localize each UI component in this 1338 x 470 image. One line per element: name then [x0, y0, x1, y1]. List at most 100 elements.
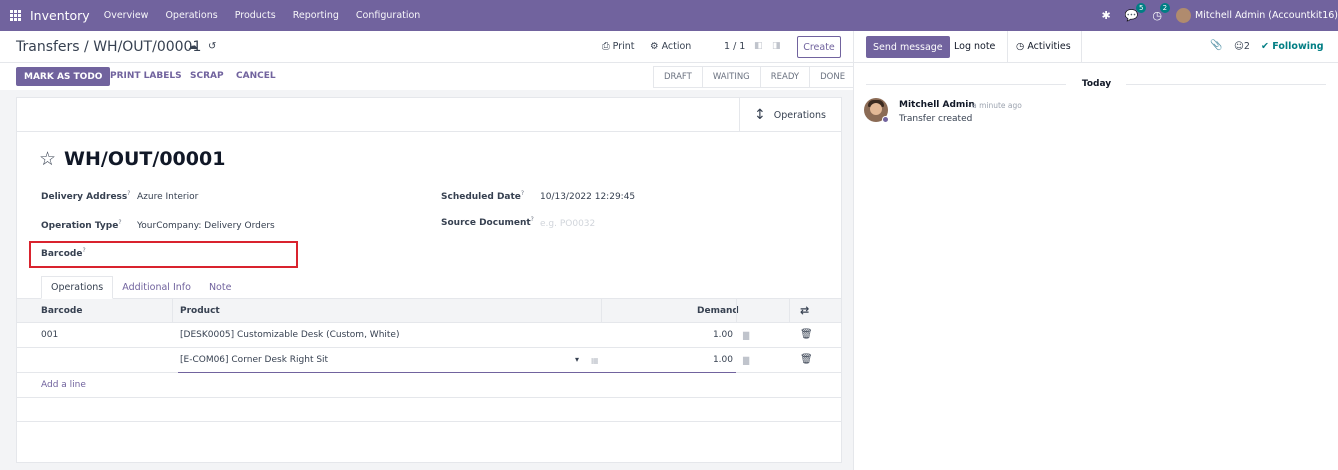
activities-badge: 2: [1159, 3, 1171, 13]
record-title: ☆ WH/OUT/00001: [39, 148, 226, 170]
column-product[interactable]: Product: [180, 306, 220, 316]
barcode-label: Barcode?: [41, 247, 86, 259]
column-divider: [601, 299, 602, 323]
column-divider: [789, 299, 790, 323]
discard-undo-icon[interactable]: ↺: [208, 41, 216, 52]
menu-reporting[interactable]: Reporting: [293, 10, 339, 21]
action-button[interactable]: ⚙ Action: [650, 41, 691, 52]
source-document-field[interactable]: e.g. PO0032: [540, 219, 595, 229]
operation-type-field[interactable]: YourCompany: Delivery Orders: [137, 221, 275, 231]
tab-operations[interactable]: Operations: [41, 276, 114, 299]
create-button[interactable]: Create: [797, 36, 841, 58]
row-barcode: 001: [41, 330, 59, 340]
online-status-dot: [882, 116, 889, 123]
clock-icon: ◷: [1016, 41, 1025, 52]
scheduled-date-field[interactable]: 10/13/2022 12:29:45: [540, 192, 635, 202]
tab-note[interactable]: Note: [200, 276, 241, 299]
column-divider: [172, 299, 173, 323]
cancel-button[interactable]: CANCEL: [236, 71, 276, 81]
table-header: Barcode Product Demand ⇄: [17, 299, 841, 323]
operations-smart-button[interactable]: ↕ Operations: [739, 98, 841, 132]
row-demand[interactable]: 1.00: [677, 355, 733, 365]
print-icon: ⎙: [602, 41, 610, 52]
delete-row-icon[interactable]: 🗑: [800, 329, 813, 340]
table-bottom-line: [17, 397, 841, 398]
followers-button[interactable]: ☺2: [1234, 41, 1250, 52]
stage-ready[interactable]: READY: [759, 66, 810, 88]
message-body: Transfer created: [899, 114, 973, 124]
column-settings-icon[interactable]: ⇄: [800, 304, 809, 317]
operation-type-label: Operation Type?: [41, 219, 122, 231]
app-name[interactable]: Inventory: [30, 8, 90, 23]
activities-button[interactable]: ◷ Activities: [1016, 41, 1071, 52]
breadcrumb[interactable]: Transfers / WH/OUT/00001: [16, 39, 201, 55]
product-barcode-icon[interactable]: ▦: [591, 356, 599, 365]
control-panel: Transfers / WH/OUT/00001 ☁ ↺ ⎙ Print ⚙ A…: [0, 31, 853, 63]
scheduled-date-label: Scheduled Date?: [441, 190, 525, 202]
message-time: - a minute ago: [967, 101, 1022, 110]
scrap-button[interactable]: SCRAP: [190, 71, 224, 81]
menu-operations[interactable]: Operations: [165, 10, 217, 21]
user-avatar[interactable]: [1176, 8, 1192, 23]
print-button[interactable]: ⎙ Print: [602, 41, 635, 52]
paperclip-icon[interactable]: 📎: [1210, 40, 1222, 51]
check-icon: ✔: [1261, 41, 1269, 52]
mark-as-todo-button[interactable]: MARK AS TODO: [16, 67, 111, 86]
source-document-label: Source Document?: [441, 216, 534, 228]
notebook-tabs: Operations Additional Info Note: [41, 276, 240, 299]
activities-clock-icon[interactable]: ◷ 2: [1152, 3, 1171, 22]
log-note-button[interactable]: Log note: [954, 41, 995, 52]
gear-icon: ⚙: [650, 41, 659, 52]
star-icon[interactable]: ☆: [39, 148, 56, 170]
input-focus-underline: [178, 372, 736, 373]
row-demand[interactable]: 1.00: [677, 330, 733, 340]
column-divider: [736, 299, 737, 323]
delete-row-icon[interactable]: 🗑: [800, 354, 813, 365]
forecast-chart-icon[interactable]: ▇: [743, 356, 749, 365]
menu-configuration[interactable]: Configuration: [356, 10, 420, 21]
table-row[interactable]: 001 [DESK0005] Customizable Desk (Custom…: [17, 323, 841, 348]
top-navbar: Inventory Overview Operations Products R…: [0, 0, 1338, 31]
delivery-address-field[interactable]: Azure Interior: [137, 192, 198, 202]
stage-waiting[interactable]: WAITING: [701, 66, 760, 88]
chatter-topbar: Send message Log note ◷ Activities 📎 ☺2 …: [854, 31, 1338, 63]
row-product-input[interactable]: [E-COM06] Corner Desk Right Sit: [180, 355, 328, 365]
stage-done[interactable]: DONE: [809, 66, 857, 88]
apps-menu-icon[interactable]: [0, 0, 30, 31]
message-author[interactable]: Mitchell Admin: [899, 100, 975, 110]
row-product[interactable]: [DESK0005] Customizable Desk (Custom, Wh…: [180, 330, 399, 340]
pager-next-icon[interactable]: ◨: [772, 41, 781, 51]
table-row[interactable]: [E-COM06] Corner Desk Right Sit ▾ ▦ 1.00…: [17, 348, 841, 373]
chatter-divider: [1007, 31, 1008, 63]
print-labels-button[interactable]: PRINT LABELS: [110, 71, 182, 81]
pager-prev-icon[interactable]: ◧: [754, 41, 763, 51]
column-barcode[interactable]: Barcode: [41, 306, 82, 316]
cloud-save-icon[interactable]: ☁: [188, 41, 198, 52]
tab-additional-info[interactable]: Additional Info: [113, 276, 200, 299]
bug-icon[interactable]: ✱: [1102, 9, 1111, 22]
table-footer-line: [17, 421, 841, 422]
menu-products[interactable]: Products: [235, 10, 276, 21]
chatter-divider: [1081, 31, 1082, 63]
dropdown-caret-icon[interactable]: ▾: [575, 355, 579, 364]
column-demand[interactable]: Demand: [697, 306, 739, 316]
updown-arrow-icon: ↕: [754, 107, 766, 123]
send-message-button[interactable]: Send message: [866, 36, 950, 58]
form-sheet: ↕ Operations ☆ WH/OUT/00001 Delivery Add…: [16, 97, 842, 463]
menu-overview[interactable]: Overview: [104, 10, 149, 21]
button-box: ↕ Operations: [17, 98, 841, 132]
following-button[interactable]: ✔ Following: [1261, 41, 1324, 52]
chatter-panel: Send message Log note ◷ Activities 📎 ☺2 …: [853, 31, 1338, 470]
user-menu[interactable]: Mitchell Admin (Accountkit16): [1195, 10, 1338, 21]
status-bar: MARK AS TODO PRINT LABELS SCRAP CANCEL D…: [0, 63, 857, 90]
messages-icon[interactable]: 💬 5: [1125, 3, 1147, 22]
stage-pipeline: DRAFT WAITING READY DONE: [653, 66, 857, 88]
messages-badge: 5: [1135, 3, 1147, 13]
person-icon: ☺: [1234, 41, 1244, 52]
pager-value[interactable]: 1 / 1: [724, 41, 745, 52]
stage-draft[interactable]: DRAFT: [653, 66, 702, 88]
delivery-address-label: Delivery Address?: [41, 190, 131, 202]
date-divider-line: [1126, 84, 1326, 85]
forecast-chart-icon[interactable]: ▇: [743, 331, 749, 340]
add-line-link[interactable]: Add a line: [41, 380, 86, 390]
